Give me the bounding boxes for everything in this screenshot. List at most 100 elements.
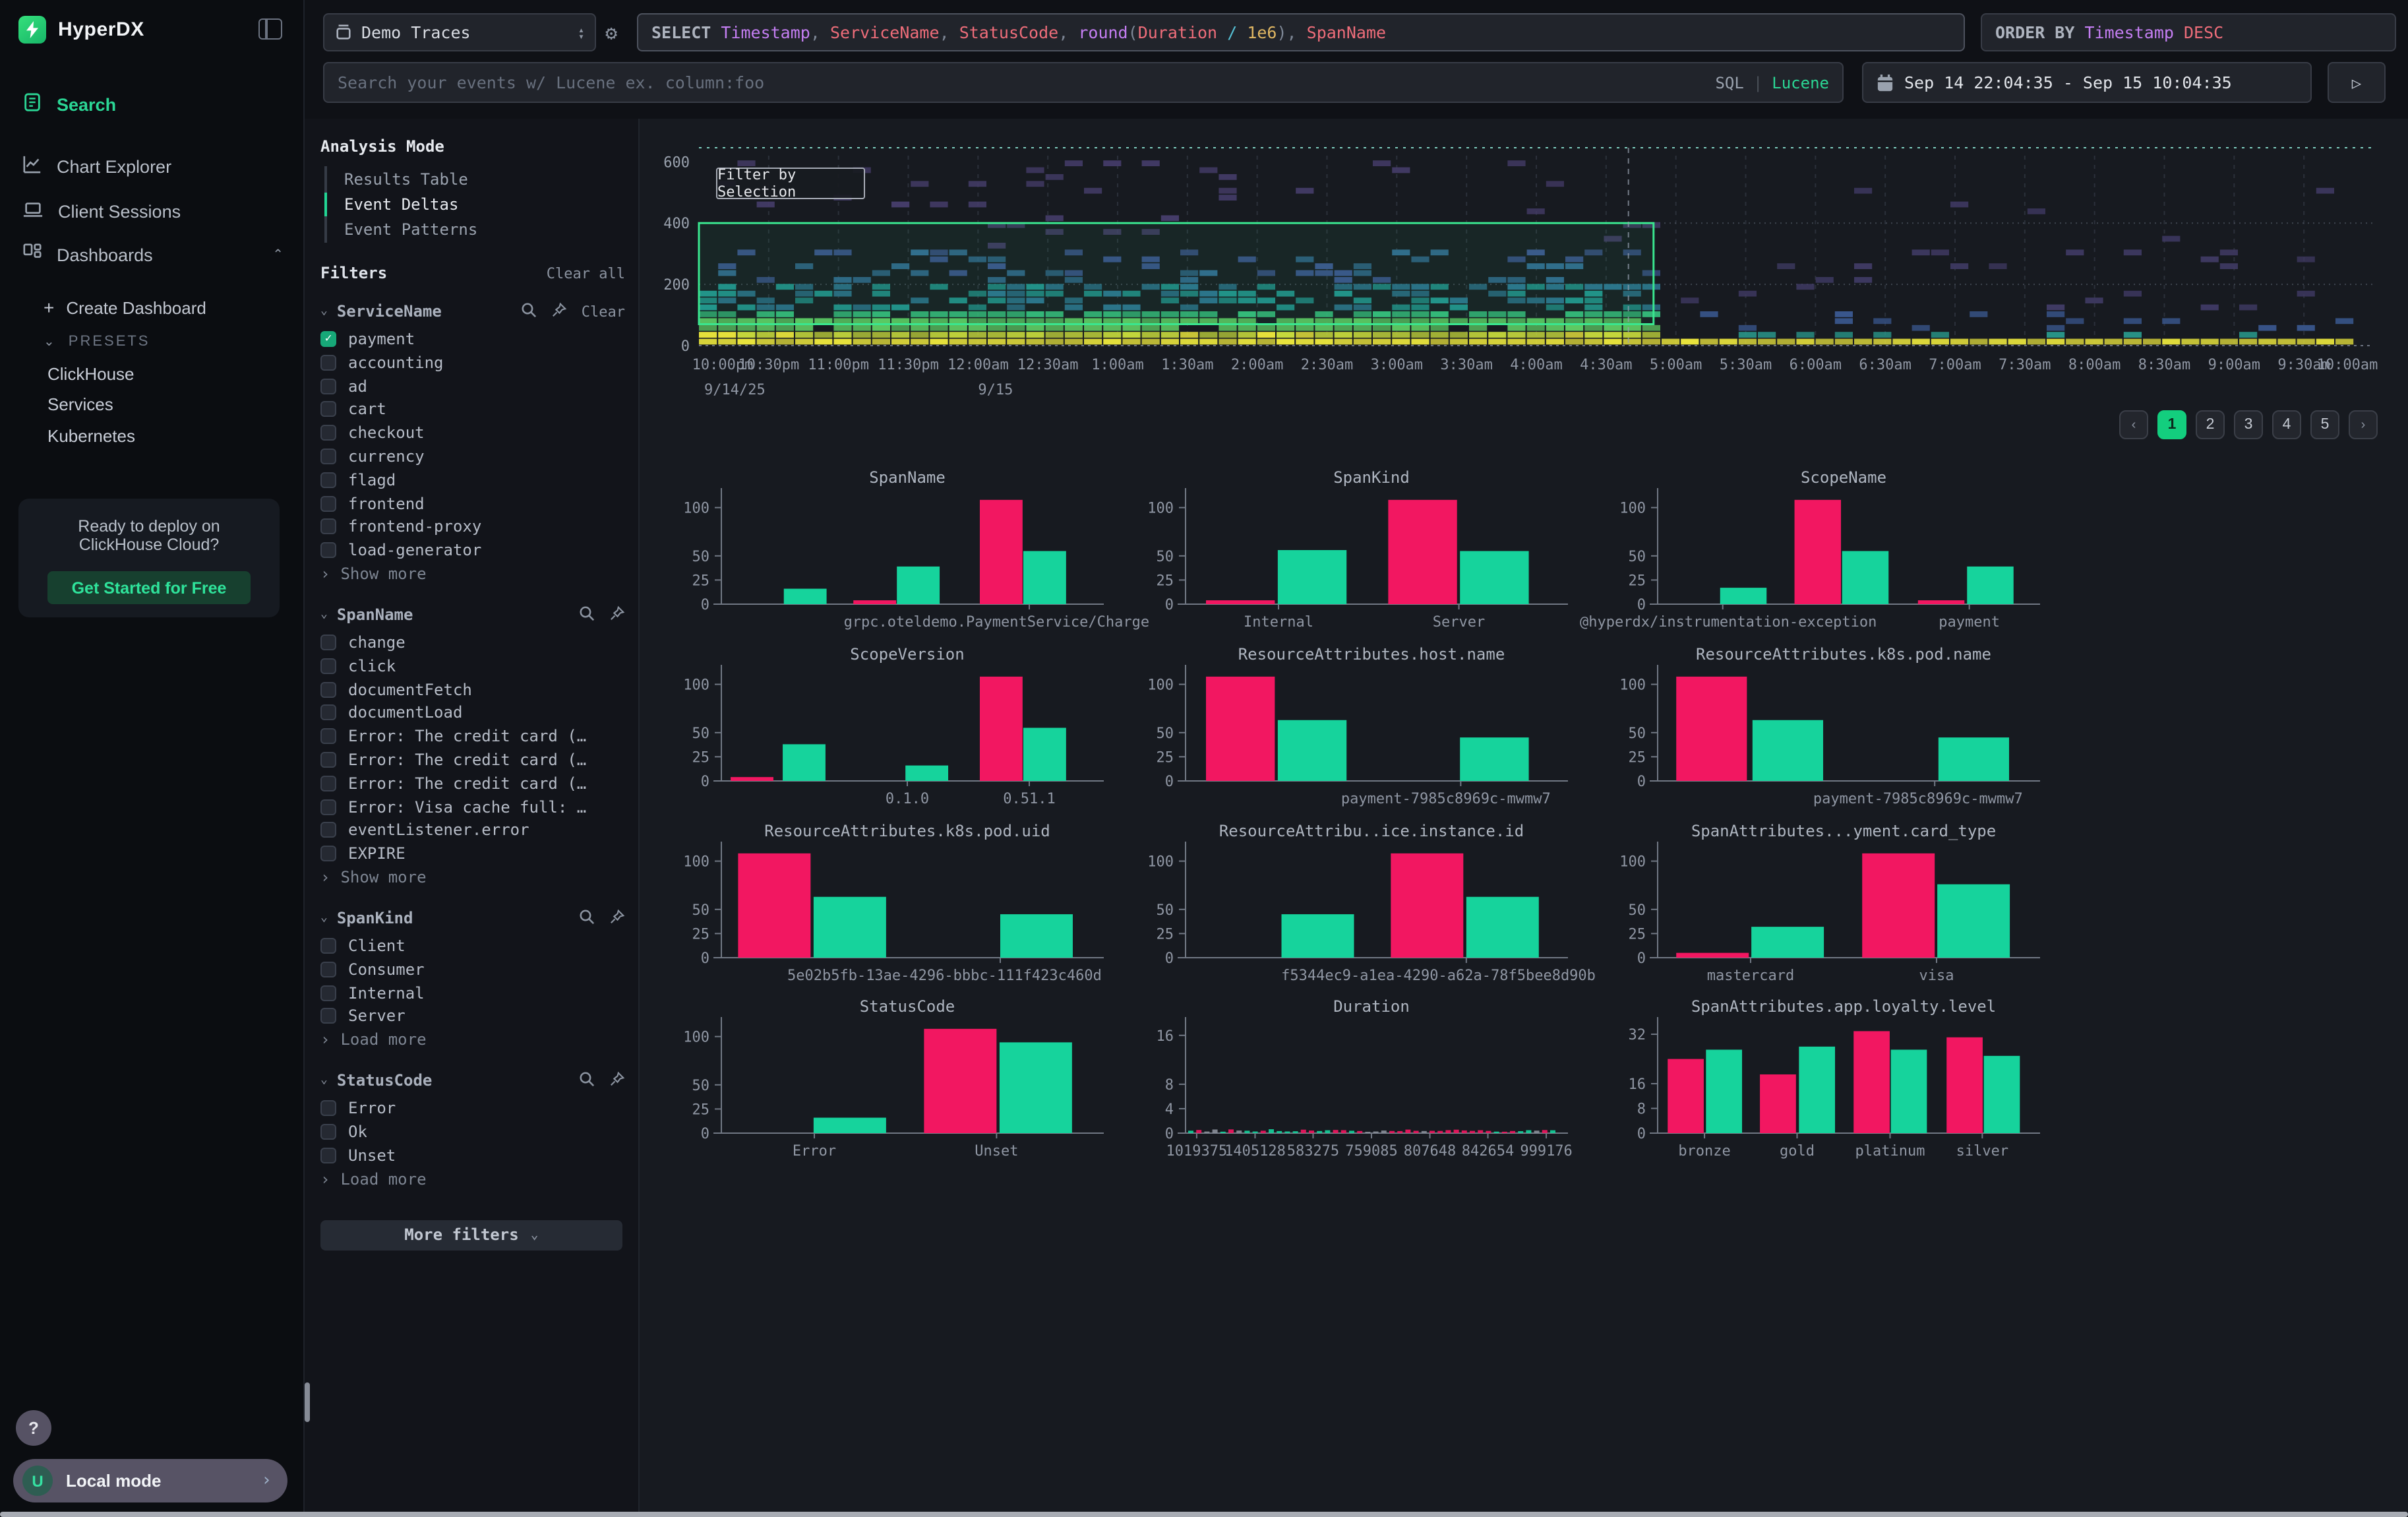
- clear-filter-button[interactable]: Clear: [582, 303, 625, 320]
- bar-green[interactable]: [1706, 1049, 1742, 1133]
- bar-red[interactable]: [1918, 600, 1965, 604]
- checkbox[interactable]: [320, 776, 336, 791]
- checkbox[interactable]: [320, 799, 336, 815]
- show-more-link[interactable]: ›Show more: [320, 865, 630, 889]
- filter-option-row[interactable]: frontend-proxy: [320, 515, 630, 539]
- checkbox[interactable]: [320, 752, 336, 768]
- mini-chart-spanname[interactable]: SpanName02550100grpc.oteldemo.PaymentSer…: [636, 464, 1100, 640]
- filter-option-row[interactable]: Consumer: [320, 958, 630, 981]
- order-by-input[interactable]: ORDER BY Timestamp DESC: [1981, 13, 2396, 51]
- filter-option-row[interactable]: accounting: [320, 351, 630, 375]
- bar-green[interactable]: [783, 744, 826, 781]
- search-icon[interactable]: [579, 908, 595, 928]
- bar-green[interactable]: [784, 589, 827, 604]
- filter-option-row[interactable]: ✓payment: [320, 327, 630, 351]
- load-more-link[interactable]: ›Load more: [320, 1028, 630, 1052]
- checkbox[interactable]: [320, 635, 336, 650]
- filters-scrollbar[interactable]: [305, 1382, 310, 1422]
- bar-red[interactable]: [980, 677, 1023, 781]
- filter-option-row[interactable]: Error: The credit card (…: [320, 772, 630, 795]
- filter-option-row[interactable]: documentFetch: [320, 677, 630, 701]
- bar-red[interactable]: [1853, 1031, 1890, 1133]
- local-mode-pill[interactable]: U Local mode ›: [13, 1459, 287, 1502]
- bar-green[interactable]: [1967, 567, 2014, 604]
- mini-chart-spankind[interactable]: SpanKind02550100InternalServer: [1100, 464, 1564, 640]
- checkbox[interactable]: [320, 542, 336, 558]
- filter-option-row[interactable]: cart: [320, 398, 630, 421]
- bar-red[interactable]: [1676, 953, 1749, 958]
- bar-red[interactable]: [731, 777, 773, 781]
- analysis-mode-event-patterns[interactable]: Event Patterns: [327, 218, 630, 243]
- mini-chart-spanattributes-app-loyalty-level[interactable]: SpanAttributes.app.loyalty.level081632br…: [1572, 993, 2036, 1169]
- search-icon[interactable]: [579, 605, 595, 625]
- bar-red[interactable]: [1795, 500, 1842, 604]
- time-range-picker[interactable]: Sep 14 22:04:35 - Sep 15 10:04:35: [1862, 62, 2312, 103]
- bar-green[interactable]: [1466, 897, 1539, 958]
- checkbox[interactable]: [320, 985, 336, 1001]
- pin-icon[interactable]: [609, 908, 625, 928]
- page-button-2[interactable]: 2: [2196, 410, 2225, 439]
- run-query-button[interactable]: ▷: [2328, 62, 2386, 103]
- search-icon[interactable]: [521, 301, 537, 321]
- checkbox[interactable]: [320, 658, 336, 674]
- bar-green[interactable]: [1799, 1047, 1835, 1133]
- search-input[interactable]: Search your events w/ Lucene ex. column:…: [323, 62, 1844, 103]
- filter-option-row[interactable]: Error: The credit card (…: [320, 725, 630, 749]
- pin-icon[interactable]: [551, 301, 567, 321]
- filter-option-row[interactable]: Internal: [320, 981, 630, 1005]
- sidebar-item-dashboards[interactable]: Dashboards⌃: [0, 237, 305, 272]
- analysis-mode-results-table[interactable]: Results Table: [327, 166, 630, 192]
- load-more-link[interactable]: ›Load more: [320, 1167, 630, 1191]
- sidebar-item-search[interactable]: Search: [0, 87, 305, 121]
- sidebar-item-create-dashboard[interactable]: + Create Dashboard: [0, 293, 305, 322]
- mini-chart-spanattributes-yment-card-type[interactable]: SpanAttributes...yment.card_type02550100…: [1572, 818, 2036, 993]
- mini-chart-statuscode[interactable]: StatusCode02550100ErrorUnset: [636, 993, 1100, 1169]
- filter-section-header-spanname[interactable]: ⌄SpanName: [320, 599, 630, 631]
- bar-green[interactable]: [905, 766, 948, 781]
- get-started-button[interactable]: Get Started for Free: [47, 571, 251, 604]
- bar-green[interactable]: [1278, 550, 1346, 604]
- events-heatmap[interactable]: 020040060010:00pm10:30pm11:00pm11:30pm12…: [640, 119, 2408, 422]
- sidebar-item-client-sessions[interactable]: Client Sessions: [0, 194, 305, 228]
- checkbox[interactable]: [320, 938, 336, 954]
- more-filters-button[interactable]: More filters ⌄: [320, 1220, 622, 1250]
- checkbox[interactable]: [320, 472, 336, 488]
- bar-red[interactable]: [1676, 677, 1747, 781]
- bar-red[interactable]: [1668, 1059, 1704, 1133]
- mini-chart-scopename[interactable]: ScopeName02550100@hyperdx/instrumentatio…: [1572, 464, 2036, 640]
- bar-green[interactable]: [1023, 551, 1066, 604]
- checkbox[interactable]: [320, 495, 336, 511]
- filter-option-row[interactable]: eventListener.error: [320, 819, 630, 842]
- checkbox[interactable]: [320, 681, 336, 697]
- bar-green[interactable]: [1278, 720, 1346, 781]
- search-icon[interactable]: [579, 1071, 595, 1091]
- bar-green[interactable]: [1282, 914, 1354, 958]
- bar-green[interactable]: [1842, 551, 1889, 604]
- checkbox[interactable]: [320, 1008, 336, 1024]
- bar-red[interactable]: [1862, 853, 1935, 958]
- checkbox[interactable]: [320, 822, 336, 838]
- bar-green[interactable]: [1023, 728, 1066, 781]
- filter-section-header-spankind[interactable]: ⌄SpanKind: [320, 902, 630, 934]
- filter-option-row[interactable]: Server: [320, 1005, 630, 1028]
- select-query-input[interactable]: SELECT Timestamp, ServiceName, StatusCod…: [637, 13, 1965, 51]
- page-button-5[interactable]: 5: [2310, 410, 2339, 439]
- bar-red[interactable]: [1206, 677, 1275, 781]
- selection-rectangle[interactable]: [699, 223, 1654, 324]
- sql-mode-label[interactable]: SQL: [1715, 73, 1743, 92]
- filter-option-row[interactable]: load-generator: [320, 539, 630, 563]
- filter-option-row[interactable]: flagd: [320, 468, 630, 492]
- mini-chart-resourceattributes-k8s-pod-uid[interactable]: ResourceAttributes.k8s.pod.uid025501005e…: [636, 818, 1100, 993]
- filter-option-row[interactable]: checkout: [320, 421, 630, 445]
- bar-green[interactable]: [1891, 1049, 1927, 1133]
- sidebar-item-kubernetes[interactable]: Kubernetes: [0, 421, 305, 450]
- sidebar-item-services[interactable]: Services: [0, 390, 305, 419]
- bar-green[interactable]: [1751, 927, 1824, 958]
- checkbox[interactable]: [320, 846, 336, 861]
- filter-option-row[interactable]: Unset: [320, 1144, 630, 1167]
- filter-option-row[interactable]: frontend: [320, 492, 630, 516]
- filter-section-header-statuscode[interactable]: ⌄StatusCode: [320, 1065, 630, 1097]
- prev-page-button[interactable]: ‹: [2119, 410, 2148, 439]
- bar-red[interactable]: [1760, 1074, 1796, 1133]
- query-language-toggle[interactable]: SQL | Lucene: [1715, 73, 1829, 92]
